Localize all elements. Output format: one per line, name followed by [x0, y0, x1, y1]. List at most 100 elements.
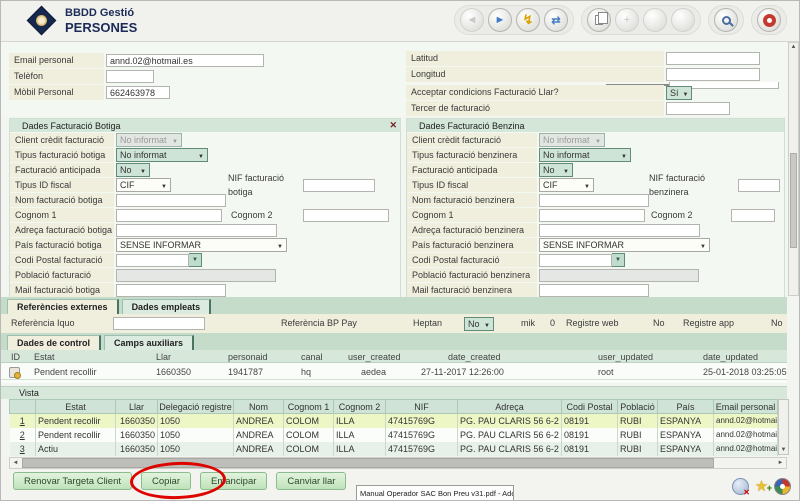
vista-row-3[interactable]: 3 Actiu 1660350 1050 ANDREA COLOM ILLA 4…	[10, 442, 778, 456]
telefon-input[interactable]	[106, 70, 154, 83]
vista-row-2[interactable]: 2 Pendent recollir 1660350 1050 ANDREA C…	[10, 428, 778, 442]
nom-benzinera-input[interactable]	[539, 194, 649, 207]
vista-vertical-scrollbar[interactable]: ▼	[778, 399, 789, 455]
cell: 47415769G	[386, 428, 458, 442]
globe-error-icon[interactable]	[732, 478, 749, 495]
vertical-scrollbar-thumb[interactable]	[790, 153, 797, 248]
copiar-button[interactable]: Copiar	[141, 472, 191, 490]
cognom1-botiga-input[interactable]	[116, 209, 222, 222]
tipus-id-fiscal-benzinera-select[interactable]: CIF	[539, 178, 594, 192]
record-icon[interactable]	[9, 367, 20, 378]
cell-date-updated: 25-01-2018 03:25:05	[703, 367, 787, 377]
cognom1-benzinera-input[interactable]	[539, 209, 645, 222]
scroll-left-icon[interactable]: ◄	[10, 458, 21, 468]
chevron-down-icon	[700, 240, 706, 250]
cp-botiga-dropdown-icon[interactable]	[189, 253, 202, 267]
close-panel-icon[interactable]: ✕	[389, 120, 397, 131]
close-app-icon[interactable]	[757, 8, 781, 32]
back-icon[interactable]: ◄	[460, 8, 484, 32]
forward-icon[interactable]: ►	[488, 8, 512, 32]
row-link[interactable]: 1	[10, 414, 36, 428]
cognom2-benzinera-input[interactable]	[731, 209, 775, 222]
copy-icon[interactable]	[587, 8, 611, 32]
control-table-row[interactable]: Pendent recollir 1660350 1941787 hq aede…	[1, 363, 787, 380]
add-icon[interactable]: +	[615, 8, 639, 32]
cell: PG. PAU CLARIS 56 6-2	[458, 428, 562, 442]
mobil-label: Mòbil Personal	[9, 85, 104, 100]
registre-web-value: No	[653, 317, 665, 330]
acceptar-select[interactable]: Sí	[666, 86, 692, 100]
references-tabstrip: Referències externes Dades empleats	[1, 297, 787, 314]
pais-benzinera-select[interactable]: SENSE INFORMAR	[539, 238, 710, 252]
tab-dades-de-control[interactable]: Dades de control	[7, 335, 101, 350]
cp-benzinera-dropdown-icon[interactable]	[612, 253, 625, 267]
vista-col-codi-postal: Codi Postal	[562, 400, 618, 414]
tab-camps-auxiliars[interactable]: Camps auxiliars	[104, 335, 194, 350]
pais-botiga-select[interactable]: SENSE INFORMAR	[116, 238, 287, 252]
scroll-up-icon[interactable]: ▲	[790, 44, 797, 50]
col-llar: Llar	[156, 352, 171, 362]
mail-botiga-input[interactable]	[116, 284, 226, 297]
tipus-id-fiscal-botiga-select[interactable]: CIF	[116, 178, 171, 192]
longitud-label: Longitud	[406, 67, 664, 82]
longitud-input[interactable]	[666, 68, 760, 81]
heptan-select[interactable]: No	[464, 317, 494, 331]
nif-botiga-input[interactable]	[303, 179, 375, 192]
cell: annd.02@hotmail.es	[714, 442, 778, 456]
cell: ILLA	[334, 428, 386, 442]
control-tabstrip: Dades de control Camps auxiliars	[1, 333, 787, 350]
email-input[interactable]	[106, 54, 264, 67]
cell: ANDREA	[234, 428, 284, 442]
mobil-input[interactable]	[106, 86, 170, 99]
poblacio-benzinera-label: Població facturació benzinera	[407, 268, 537, 282]
horizontal-scrollbar[interactable]: ◄ ►	[9, 457, 787, 469]
cognom2-botiga-input[interactable]	[303, 209, 389, 222]
lightning-icon[interactable]: ↯	[516, 8, 540, 32]
cell: ILLA	[334, 442, 386, 456]
toolbar-close-group	[751, 5, 787, 35]
col-date-updated: date_updated	[703, 352, 758, 362]
canviar-llar-button[interactable]: Canviar llar	[276, 472, 346, 490]
nom-botiga-input[interactable]	[116, 194, 226, 207]
search-icon[interactable]	[714, 8, 738, 32]
disabled-icon-2[interactable]	[671, 8, 695, 32]
tercer-label: Tercer de facturació	[406, 101, 664, 116]
adreca-botiga-input[interactable]	[116, 224, 277, 237]
poblacio-benzinera-input	[539, 269, 699, 282]
client-credit-botiga-select: No informat	[116, 133, 182, 147]
nif-benzinera-input[interactable]	[738, 179, 780, 192]
cell-llar: 1660350	[156, 367, 191, 377]
chevron-down-icon	[584, 180, 590, 190]
cp-botiga-input[interactable]	[116, 254, 189, 267]
vista-row-1[interactable]: 1 Pendent recollir 1660350 1050 ANDREA C…	[10, 414, 778, 428]
tab-referencies-externes[interactable]: Referències externes	[7, 299, 119, 314]
favorite-add-icon[interactable]: ★	[753, 478, 770, 495]
cp-benzinera-input[interactable]	[539, 254, 612, 267]
refresh-icon[interactable]: ⇄	[544, 8, 568, 32]
emancipar-button[interactable]: Emancipar	[200, 472, 267, 490]
row-link[interactable]: 2	[10, 428, 36, 442]
cell: 1050	[158, 442, 234, 456]
scroll-right-icon[interactable]: ►	[775, 458, 786, 468]
disabled-icon-1[interactable]	[643, 8, 667, 32]
toolbar: ◄ ► ↯ ⇄ +	[454, 5, 787, 35]
cell: annd.02@hotmail.es	[714, 428, 778, 442]
latitud-input[interactable]	[666, 52, 760, 65]
anticipada-botiga-select[interactable]: No	[116, 163, 150, 177]
tipus-facturacio-benzinera-select[interactable]: No informat	[539, 148, 631, 162]
scroll-down-icon[interactable]: ▼	[780, 447, 787, 453]
mail-benzinera-input[interactable]	[539, 284, 649, 297]
vertical-scrollbar[interactable]: ▲	[788, 42, 799, 296]
tercer-input[interactable]	[666, 102, 730, 115]
row-link[interactable]: 3	[10, 442, 36, 456]
renovar-targeta-client-button[interactable]: Renovar Targeta Client	[13, 472, 132, 490]
referencia-iquo-input[interactable]	[113, 317, 205, 330]
tab-dades-empleats[interactable]: Dades empleats	[122, 299, 212, 314]
referencia-iquo-label: Referència Iquo	[11, 317, 75, 330]
browser-icon[interactable]	[774, 478, 791, 495]
anticipada-benzinera-select[interactable]: No	[539, 163, 573, 177]
horizontal-scrollbar-thumb[interactable]	[22, 458, 714, 468]
tipus-facturacio-botiga-select[interactable]: No informat	[116, 148, 208, 162]
adreca-benzinera-input[interactable]	[539, 224, 700, 237]
col-date-created: date_created	[448, 352, 501, 362]
